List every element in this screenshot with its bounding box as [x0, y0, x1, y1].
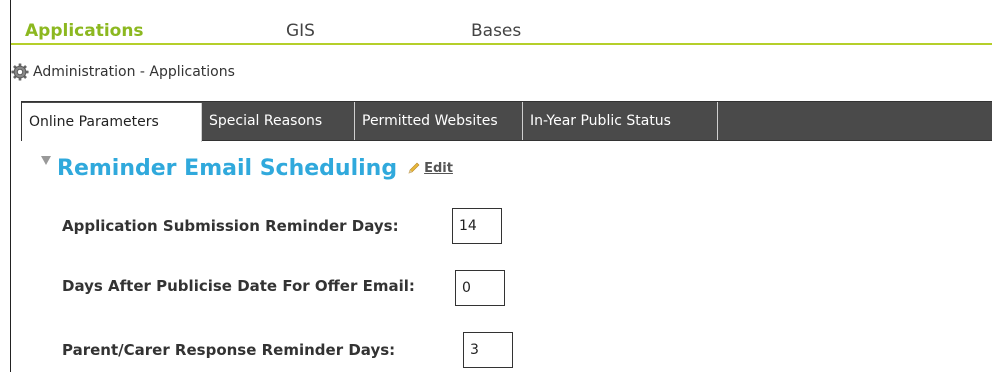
- top-nav: Applications GIS Bases: [11, 0, 992, 45]
- gear-icon: [11, 63, 29, 81]
- response-reminder-days-input[interactable]: [463, 332, 513, 368]
- form-row-submission-reminder: Application Submission Reminder Days:: [62, 206, 399, 246]
- tab-permitted-websites[interactable]: Permitted Websites: [355, 102, 523, 140]
- collapse-triangle-icon[interactable]: [41, 155, 51, 165]
- tab-online-parameters[interactable]: Online Parameters: [22, 103, 202, 142]
- tab-special-reasons[interactable]: Special Reasons: [202, 102, 355, 140]
- field-label: Application Submission Reminder Days:: [62, 217, 399, 235]
- section-header: Reminder Email Scheduling Edit: [41, 151, 453, 185]
- field-label: Days After Publicise Date For Offer Emai…: [62, 277, 415, 295]
- tab-in-year-public-status[interactable]: In-Year Public Status: [523, 102, 718, 140]
- submission-reminder-days-input[interactable]: [452, 208, 502, 244]
- nav-item-applications[interactable]: Applications: [25, 20, 144, 42]
- app-frame: Applications GIS Bases Administration - …: [10, 0, 992, 372]
- edit-link[interactable]: Edit: [424, 161, 453, 176]
- nav-item-bases[interactable]: Bases: [471, 20, 521, 42]
- pencil-icon[interactable]: [407, 161, 421, 175]
- field-label: Parent/Carer Response Reminder Days:: [62, 341, 396, 359]
- breadcrumb-text: Administration - Applications: [33, 64, 235, 80]
- nav-item-gis[interactable]: GIS: [286, 20, 315, 42]
- form-row-response-reminder: Parent/Carer Response Reminder Days:: [62, 330, 395, 370]
- section-title: Reminder Email Scheduling: [57, 155, 398, 181]
- breadcrumb: Administration - Applications: [11, 61, 235, 83]
- tab-bar: Online Parameters Special Reasons Permit…: [21, 101, 992, 142]
- form-row-offer-email: Days After Publicise Date For Offer Emai…: [62, 266, 415, 306]
- offer-email-days-input[interactable]: [455, 270, 505, 306]
